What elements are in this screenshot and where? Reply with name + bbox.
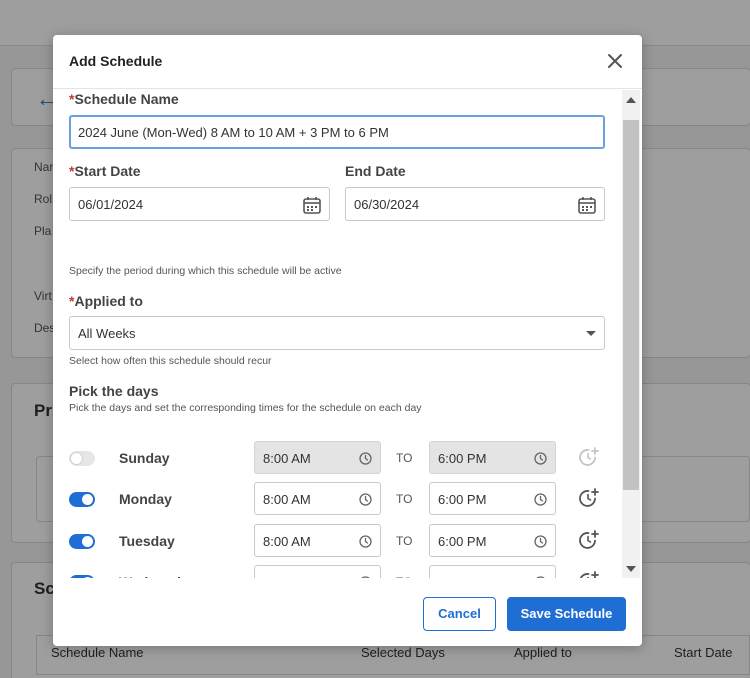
day-row-tuesday: Tuesday 8:00 AM TO 6:00 PM	[53, 523, 623, 558]
end-time-input[interactable]: 6:00 PM	[429, 441, 556, 474]
day-row-wednesday: Wednesday 8:00 AM TO 6:00 PM	[53, 564, 623, 578]
modal-body: *Schedule Name 2024 June (Mon-Wed) 8 AM …	[53, 90, 642, 578]
start-date-label: *Start Date	[69, 163, 141, 179]
start-date-input[interactable]: 06/01/2024	[69, 187, 330, 221]
toggle-knob	[71, 453, 82, 464]
modal-title: Add Schedule	[69, 53, 163, 69]
clock-icon[interactable]	[359, 534, 372, 548]
start-time-input[interactable]: 8:00 AM	[254, 441, 381, 474]
calendar-icon[interactable]	[302, 195, 322, 215]
clock-icon[interactable]	[534, 534, 547, 548]
to-label: TO	[396, 451, 413, 465]
start-time-input[interactable]: 8:00 AM	[254, 564, 381, 578]
add-schedule-modal: Add Schedule *Schedule Name 2024 June (M…	[53, 35, 642, 646]
day-row-monday: Monday 8:00 AM TO 6:00 PM	[53, 482, 623, 516]
day-toggle[interactable]	[69, 451, 95, 466]
end-date-input[interactable]: 06/30/2024	[345, 187, 605, 221]
date-help-text: Specify the period during which this sch…	[69, 265, 342, 277]
to-label: TO	[396, 533, 413, 548]
pick-days-title: Pick the days	[69, 383, 159, 399]
applied-to-label: *Applied to	[69, 293, 143, 309]
add-time-slot-icon[interactable]	[578, 570, 600, 578]
toggle-knob	[82, 576, 93, 578]
applied-to-select[interactable]: All Weeks	[69, 316, 605, 350]
to-label: TO	[396, 492, 413, 507]
end-time-input[interactable]: 6:00 PM	[429, 564, 556, 578]
cancel-button[interactable]: Cancel	[423, 597, 496, 631]
chevron-down-icon	[586, 331, 596, 336]
end-date-label: End Date	[345, 163, 406, 179]
end-time-input[interactable]: 6:00 PM	[429, 523, 556, 557]
day-name: Tuesday	[119, 532, 175, 549]
start-time-input[interactable]: 8:00 AM	[254, 482, 381, 516]
toggle-knob	[82, 494, 93, 506]
scrollbar-thumb[interactable]	[623, 120, 639, 490]
day-name: Sunday	[119, 450, 170, 466]
add-time-slot-icon[interactable]	[578, 529, 600, 551]
schedule-name-label: *Schedule Name	[69, 91, 179, 107]
modal-header: Add Schedule	[53, 35, 642, 89]
day-name: Monday	[119, 491, 172, 508]
save-schedule-button[interactable]: Save Schedule	[507, 597, 626, 631]
day-name: Wednesday	[119, 574, 197, 578]
modal-footer: Cancel Save Schedule	[53, 580, 642, 646]
schedule-name-input[interactable]: 2024 June (Mon-Wed) 8 AM to 10 AM + 3 PM…	[69, 115, 605, 149]
add-time-slot-icon[interactable]	[578, 446, 600, 468]
clock-icon[interactable]	[534, 576, 547, 578]
day-toggle[interactable]	[69, 574, 95, 578]
applied-to-help-text: Select how often this schedule should re…	[69, 355, 272, 367]
to-label: TO	[396, 575, 412, 578]
scroll-down-arrow-icon[interactable]	[626, 566, 636, 572]
day-toggle[interactable]	[69, 492, 95, 508]
close-icon[interactable]	[604, 50, 626, 72]
clock-icon[interactable]	[534, 452, 547, 465]
pick-days-help-text: Pick the days and set the corresponding …	[69, 402, 422, 414]
clock-icon[interactable]	[359, 493, 372, 506]
clock-icon[interactable]	[359, 576, 372, 578]
scroll-up-arrow-icon[interactable]	[626, 97, 636, 103]
start-time-input[interactable]: 8:00 AM	[254, 523, 381, 557]
day-row-sunday: Sunday 8:00 AM TO 6:00 PM	[53, 441, 623, 475]
clock-icon[interactable]	[534, 493, 547, 506]
day-toggle[interactable]	[69, 533, 95, 549]
end-time-input[interactable]: 6:00 PM	[429, 482, 556, 516]
toggle-knob	[82, 535, 93, 547]
add-time-slot-icon[interactable]	[578, 487, 600, 509]
calendar-icon[interactable]	[577, 195, 597, 215]
clock-icon[interactable]	[359, 452, 372, 465]
